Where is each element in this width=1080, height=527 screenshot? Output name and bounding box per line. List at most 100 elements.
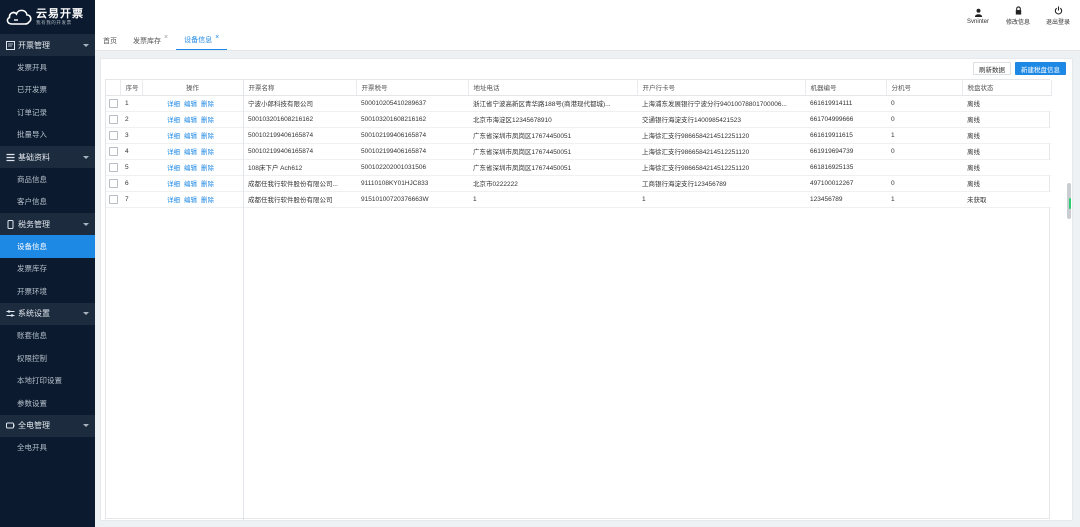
table-row[interactable]: 4 详细 编辑 删除 500102199406165874 500102199406165… [106,143,1051,160]
sidebar-item[interactable]: 客户信息 [0,190,95,213]
row-checkbox[interactable] [109,162,118,172]
sidebar-item[interactable]: 本地打印设置 [0,369,95,392]
sidebar-item[interactable]: 账套信息 [0,324,95,347]
sidebar-item[interactable]: 权限控制 [0,347,95,370]
edit-link[interactable]: 编辑 [184,133,197,140]
table-cell: 离线 [962,95,1051,112]
power-icon [6,421,15,430]
device-icon [6,219,15,229]
table-cell: 上海浦东发展银行宁波分行94010078801700006... [637,95,805,112]
sidebar-group-3[interactable]: 系统设置 [0,302,95,325]
sidebar-group-0[interactable]: 开票管理 [0,34,95,56]
table-cell: 北京市0222222 [468,175,637,192]
row-checkbox-cell [106,127,120,144]
refresh-button[interactable]: 刷新数据 [973,62,1011,75]
detail-link[interactable]: 详细 [167,101,180,108]
delete-link[interactable]: 删除 [201,133,214,140]
column-header[interactable]: 开票名称 [243,80,357,96]
edit-link[interactable]: 编辑 [184,117,197,124]
edit-link[interactable]: 编辑 [184,181,197,188]
table-cell: 108床下户 Ach612 [243,159,356,176]
detail-link[interactable]: 详细 [167,165,180,172]
column-header[interactable]: 开票税号 [356,80,469,96]
column-header[interactable]: 分机号 [886,80,963,96]
close-icon[interactable]: × [164,34,168,41]
column-header[interactable]: 序号 [120,80,143,96]
column-header[interactable]: 机器编号 [805,80,887,96]
delete-link[interactable]: 删除 [201,149,214,156]
sidebar-group-4[interactable]: 全电管理 [0,414,95,437]
table-cell: 北京市海淀区12345678910 [468,111,637,128]
sidebar-item[interactable]: 订单记录 [0,101,95,124]
edit-link[interactable]: 编辑 [184,197,197,204]
close-icon[interactable]: × [215,34,219,41]
sidebar-group-title: 全电管理 [18,421,50,430]
column-header[interactable]: 地址电话 [468,80,638,96]
table-cell: 661816925135 [805,159,886,176]
edit-link[interactable]: 编辑 [184,165,197,172]
row-checkbox[interactable] [109,146,118,156]
detail-link[interactable]: 详细 [167,133,180,140]
table-row[interactable]: 2 详细 编辑 删除 500103201608216162 500103201608216… [106,111,1051,128]
row-checkbox-cell [106,111,120,128]
modify-info-button[interactable]: 修改信息 [998,0,1038,32]
topbar: Svninter 修改信息 退出登录 [95,0,1080,32]
sidebar-item[interactable]: 已开发票 [0,78,95,101]
detail-link[interactable]: 详细 [167,197,180,204]
sidebar-item[interactable]: 设备信息 [0,235,95,258]
chevron-down-icon [83,312,89,315]
sidebar-item[interactable]: 发票库存 [0,257,95,280]
column-header[interactable]: 开户行卡号 [637,80,806,96]
tab-0[interactable]: 首页 [95,31,125,50]
detail-link[interactable]: 详细 [167,149,180,156]
user-button[interactable]: Svninter [958,0,998,32]
sidebar-group-1[interactable]: 基础资料 [0,146,95,168]
edit-link[interactable]: 编辑 [184,149,197,156]
tab-2[interactable]: 设备信息 × [176,31,228,50]
edit-link[interactable]: 编辑 [184,101,197,108]
table-row[interactable]: 6 详细 编辑 删除 成都任我行软件股份有限公司... 91110108KY01HJC83… [106,175,1051,192]
delete-link[interactable]: 删除 [201,165,214,172]
sidebar-group-2[interactable]: 税务管理 [0,213,95,235]
sidebar-item[interactable]: 全电开具 [0,436,95,459]
table-cell: 500103201608216162 [243,111,356,128]
column-header[interactable]: 税盘状态 [962,80,1052,96]
sidebar-item[interactable]: 商品信息 [0,168,95,191]
table-cell: 0 [886,111,962,128]
detail-link[interactable]: 详细 [167,117,180,124]
row-checkbox[interactable] [109,194,118,204]
row-checkbox[interactable] [109,178,118,188]
frozen-column-divider [243,80,244,520]
sidebar-item[interactable]: 参数设置 [0,392,95,415]
sidebar-item[interactable]: 开票环境 [0,280,95,303]
detail-link[interactable]: 详细 [167,181,180,188]
sidebar-item[interactable]: 发票开具 [0,56,95,79]
table-row[interactable]: 3 详细 编辑 删除 500102199406165874 500102199406165… [106,127,1051,144]
table-cell: 500102202001031506 [356,159,468,176]
sidebar-group-title: 税务管理 [18,219,50,229]
logout-button[interactable]: 退出登录 [1038,0,1078,32]
delete-link[interactable]: 删除 [201,117,214,124]
table-cell: 661704999666 [805,111,886,128]
table-cell: 工商银行海淀支行123456789 [637,175,805,192]
table-cell: 广东省深圳市凤岗区17674450051 [468,143,637,160]
table-cell: 离线 [962,127,1051,144]
app-logo[interactable]: 云易开票 我有我的开发票 [0,0,95,34]
table-cell [886,159,962,176]
row-checkbox[interactable] [109,98,118,108]
row-checkbox[interactable] [109,130,118,140]
user-icon [974,8,982,17]
row-index: 2 [120,111,142,128]
sidebar-item[interactable]: 批量导入 [0,123,95,146]
delete-link[interactable]: 删除 [201,101,214,108]
table-row[interactable]: 1 详细 编辑 删除 宁波小郎科技有限公司 500010205410289637 浙江省宁波… [106,95,1051,112]
tab-1[interactable]: 发票库存 × [125,31,176,50]
table-header-row: 序号 操作 开票名称 开票税号 地址电话 开户行卡号 机器编号 分机号 税盘状态 [106,80,1052,96]
row-checkbox[interactable] [109,114,118,124]
new-tax-disk-button[interactable]: 新建税盘信息 [1015,62,1066,75]
table-row[interactable]: 5 详细 编辑 删除 108床下户 Ach612 500102202001031506 广东… [106,159,1051,176]
table-row[interactable]: 7 详细 编辑 删除 成都任我行软件股份有限公司 91510100720376663W 1 1… [106,191,1051,208]
column-header[interactable]: 操作 [142,80,244,96]
delete-link[interactable]: 删除 [201,181,214,188]
delete-link[interactable]: 删除 [201,197,214,204]
